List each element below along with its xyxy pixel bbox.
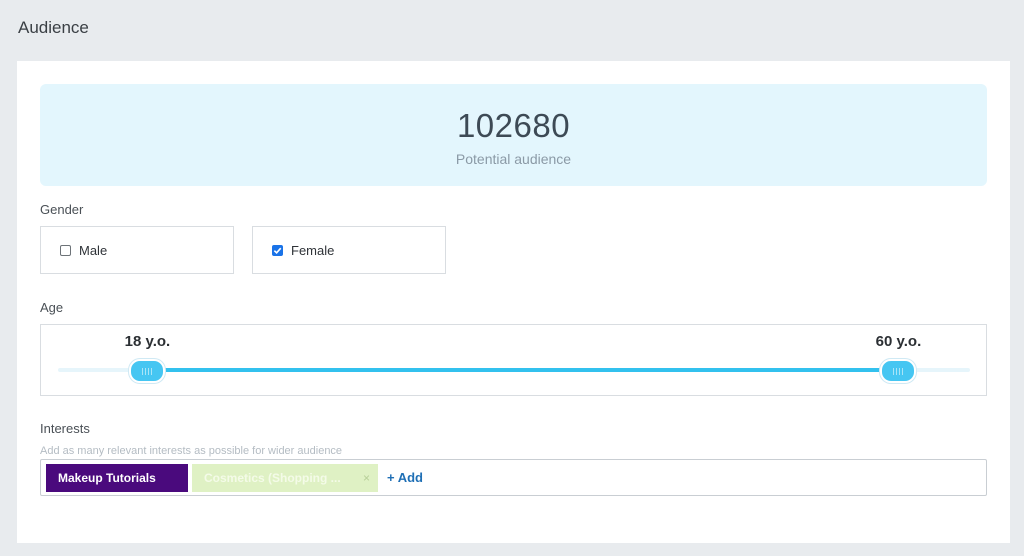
grip-icon — [142, 367, 153, 375]
min-age-handle[interactable] — [129, 359, 166, 383]
interest-tag-label: Makeup Tutorials — [58, 470, 156, 485]
age-label: Age — [40, 300, 64, 315]
audience-count: 102680 — [456, 107, 571, 144]
interests-input[interactable]: Makeup Tutorials Cosmetics (Shopping ...… — [40, 459, 987, 496]
grip-icon — [893, 367, 904, 375]
female-label: Female — [291, 242, 335, 258]
min-age-label: 18 y.o. — [124, 333, 171, 350]
potential-audience-panel: 102680 Potential audience — [40, 84, 987, 186]
interest-tag[interactable]: Makeup Tutorials — [46, 463, 188, 492]
male-label: Male — [79, 242, 108, 258]
interests-label: Interests — [40, 421, 90, 436]
male-checkbox[interactable] — [60, 244, 71, 256]
slider-selected-range — [147, 368, 899, 372]
max-age-label: 60 y.o. — [875, 333, 922, 350]
close-icon[interactable]: × — [363, 471, 370, 485]
interest-tag-label: Cosmetics (Shopping ... — [204, 470, 341, 485]
add-interest-button[interactable]: + Add — [387, 470, 423, 485]
max-age-handle[interactable] — [880, 359, 917, 383]
page-title: Audience — [18, 18, 89, 37]
gender-label: Gender — [40, 202, 84, 217]
female-checkbox[interactable] — [272, 244, 283, 256]
gender-option-male[interactable]: Male — [40, 226, 234, 274]
audience-caption: Potential audience — [455, 151, 572, 167]
age-range-slider: 18 y.o. 60 y.o. — [40, 324, 987, 396]
gender-option-female[interactable]: Female — [252, 226, 446, 274]
interest-tag[interactable]: Cosmetics (Shopping ... × — [192, 463, 378, 492]
interests-hint: Add as many relevant interests as possib… — [40, 445, 343, 457]
audience-card: 102680 Potential audience Gender Male Fe… — [17, 61, 1010, 543]
